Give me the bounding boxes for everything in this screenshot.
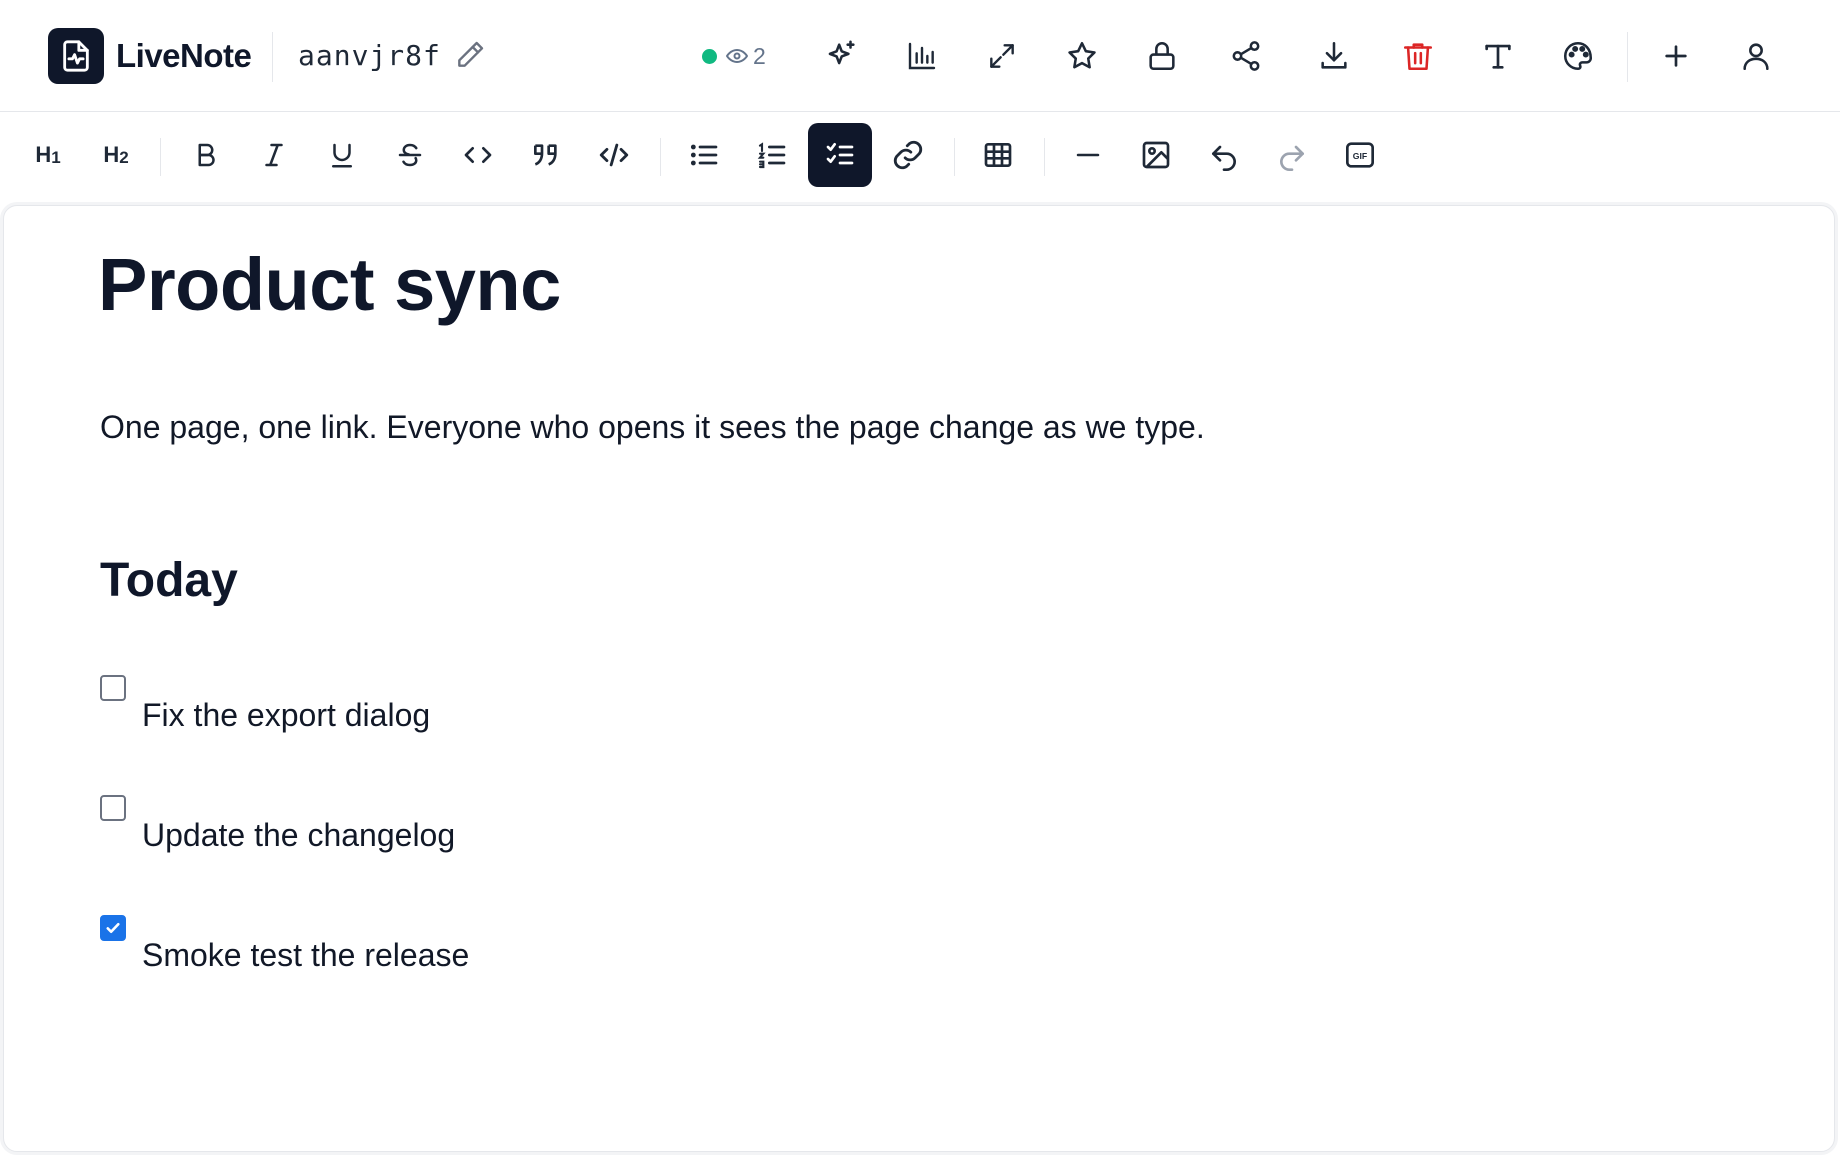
task-label[interactable]: Update the changelog <box>142 813 455 857</box>
gif-icon: GIF <box>1346 142 1374 168</box>
task-list-button[interactable] <box>808 123 872 187</box>
redo-button[interactable] <box>1260 123 1324 187</box>
rename-button[interactable] <box>446 31 494 79</box>
bar-chart-icon <box>908 42 936 70</box>
app-name: LiveNote <box>116 37 252 74</box>
inline-code-button[interactable] <box>446 123 510 187</box>
section-heading[interactable]: Today <box>100 552 238 610</box>
new-note-button[interactable] <box>1652 32 1700 80</box>
bullet-list-button[interactable] <box>672 123 736 187</box>
task-list-icon <box>826 143 854 165</box>
redo-icon <box>1280 145 1304 171</box>
task-checkbox[interactable] <box>100 795 126 821</box>
undo-button[interactable] <box>1192 123 1256 187</box>
horizontal-rule-icon <box>1076 153 1100 157</box>
document-title[interactable]: Product sync <box>98 240 561 330</box>
heading-1-label: H1 <box>35 142 61 167</box>
strikethrough-button[interactable] <box>378 123 442 187</box>
code-icon <box>464 147 492 163</box>
task-checkbox[interactable] <box>100 675 126 701</box>
image-icon <box>1142 141 1170 169</box>
eye-icon <box>726 49 748 63</box>
svg-text:GIF: GIF <box>1353 151 1367 161</box>
ai-assist-button[interactable] <box>818 32 866 80</box>
pencil-icon <box>458 41 484 67</box>
checkmark-icon <box>106 922 120 934</box>
stats-button[interactable] <box>898 32 946 80</box>
presence-indicator: 2 <box>702 42 766 70</box>
star-icon <box>1068 41 1096 69</box>
ordered-list-icon <box>757 142 786 169</box>
toolbar-divider <box>1044 138 1045 176</box>
header-divider <box>272 32 273 82</box>
expand-icon <box>990 44 1014 68</box>
document-id: aanvjr8f <box>298 39 441 72</box>
theme-button[interactable] <box>1554 32 1602 80</box>
heading-2-button[interactable]: H2 <box>84 123 148 187</box>
underline-button[interactable] <box>310 123 374 187</box>
lock-button[interactable] <box>1138 32 1186 80</box>
task-item: Smoke test the release <box>100 915 1100 995</box>
toolbar-divider <box>660 138 661 176</box>
table-button[interactable] <box>966 123 1030 187</box>
task-label[interactable]: Smoke test the release <box>142 933 469 977</box>
delete-button[interactable] <box>1394 32 1442 80</box>
download-icon <box>1321 41 1347 69</box>
download-button[interactable] <box>1310 32 1358 80</box>
share-button[interactable] <box>1222 32 1270 80</box>
toolbar-divider <box>954 138 955 176</box>
strikethrough-icon <box>398 143 422 167</box>
header-divider-right <box>1627 32 1628 82</box>
app-logo[interactable] <box>48 28 104 84</box>
user-icon <box>1743 43 1769 71</box>
plus-icon <box>1665 45 1687 67</box>
text-icon <box>1485 44 1511 69</box>
account-button[interactable] <box>1732 32 1780 80</box>
document-paragraph[interactable]: One page, one link. Everyone who opens i… <box>100 405 1205 449</box>
fullscreen-button[interactable] <box>978 32 1026 80</box>
task-item: Fix the export dialog <box>100 675 1100 755</box>
code-block-icon <box>599 143 629 167</box>
lock-icon <box>1149 42 1175 71</box>
task-label[interactable]: Fix the export dialog <box>142 693 430 737</box>
font-button[interactable] <box>1474 32 1522 80</box>
link-icon <box>893 140 923 170</box>
share-icon <box>1232 41 1260 71</box>
image-button[interactable] <box>1124 123 1188 187</box>
online-status-dot <box>702 48 717 64</box>
italic-button[interactable] <box>242 123 306 187</box>
sparkles-icon <box>828 40 855 65</box>
heading-2-label: H2 <box>103 142 129 167</box>
gif-button[interactable]: GIF <box>1328 123 1392 187</box>
horizontal-rule-button[interactable] <box>1056 123 1120 187</box>
bold-button[interactable] <box>174 123 238 187</box>
undo-icon <box>1212 145 1236 171</box>
favorite-button[interactable] <box>1058 32 1106 80</box>
italic-icon <box>265 143 283 167</box>
trash-icon <box>1403 43 1433 71</box>
task-item: Update the changelog <box>100 795 1100 875</box>
heading-1-button[interactable]: H1 <box>16 123 80 187</box>
link-button[interactable] <box>876 123 940 187</box>
underline-icon <box>332 143 352 168</box>
document-pulse-icon <box>63 40 89 72</box>
top-bar: LiveNote aanvjr8f 2 <box>0 0 1840 112</box>
viewer-count: 2 <box>753 43 766 69</box>
table-icon <box>984 143 1012 167</box>
bold-icon <box>198 143 215 167</box>
palette-icon <box>1563 41 1593 71</box>
ordered-list-button[interactable] <box>740 123 804 187</box>
bullet-list-icon <box>690 144 718 166</box>
formatting-toolbar: H1 H2 GIF <box>0 112 1840 200</box>
quote-icon <box>534 144 557 166</box>
blockquote-button[interactable] <box>514 123 578 187</box>
toolbar-divider <box>160 138 161 176</box>
code-block-button[interactable] <box>582 123 646 187</box>
task-checkbox-checked[interactable] <box>100 915 126 941</box>
